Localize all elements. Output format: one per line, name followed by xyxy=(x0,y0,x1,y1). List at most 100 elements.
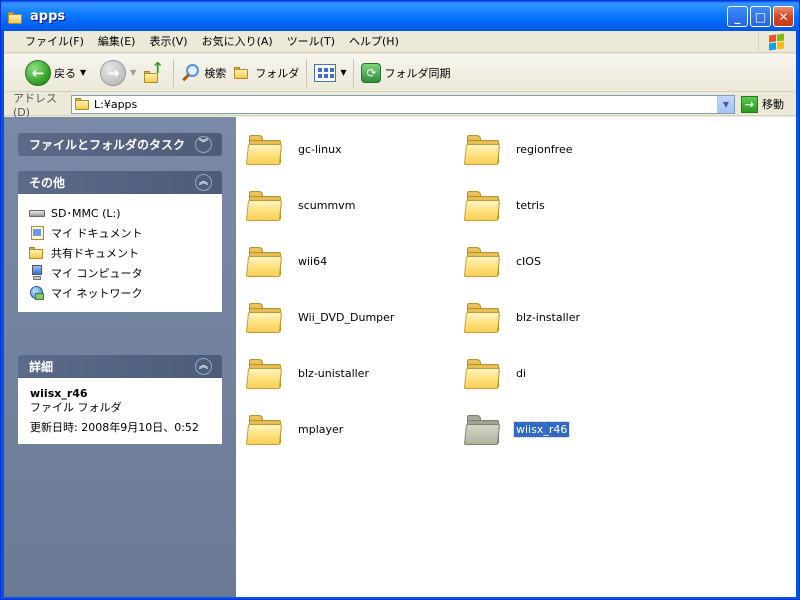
folder-icon xyxy=(463,413,501,445)
file-item[interactable]: Wii_DVD_Dumper xyxy=(245,293,396,341)
folder-icon xyxy=(245,133,283,165)
file-item[interactable]: blz-installer xyxy=(463,293,582,341)
my-documents-icon xyxy=(29,225,45,241)
link-shared-documents[interactable]: 共有ドキュメント xyxy=(29,243,211,263)
link-my-network[interactable]: マイ ネットワーク xyxy=(29,283,211,303)
link-label: SD･MMC (L:) xyxy=(51,207,121,220)
file-item[interactable]: cIOS xyxy=(463,237,543,285)
menu-help[interactable]: ヘルプ(H) xyxy=(342,31,406,53)
go-label: 移動 xyxy=(762,98,784,111)
file-item[interactable]: wii64 xyxy=(245,237,329,285)
link-my-documents[interactable]: マイ ドキュメント xyxy=(29,223,211,243)
back-arrow-icon: ← xyxy=(25,59,51,86)
search-label: 検索 xyxy=(204,66,227,80)
windows-logo-icon xyxy=(758,32,790,52)
client-area: ファイル(F) 編集(E) 表示(V) お気に入り(A) ツール(T) ヘルプ(… xyxy=(4,31,796,597)
folder-icon xyxy=(463,357,501,389)
menu-bar: ファイル(F) 編集(E) 表示(V) お気に入り(A) ツール(T) ヘルプ(… xyxy=(4,31,796,53)
shared-documents-icon xyxy=(29,245,45,261)
address-input[interactable]: L:¥apps ▼ xyxy=(71,94,735,114)
close-button[interactable]: ✕ xyxy=(773,6,794,27)
folders-button[interactable]: フォルダ xyxy=(229,56,302,90)
toolbar-separator xyxy=(306,58,308,87)
menu-edit[interactable]: 編集(E) xyxy=(91,31,143,53)
address-dropdown-icon[interactable]: ▼ xyxy=(717,95,734,113)
file-item[interactable]: di xyxy=(463,349,528,397)
file-name: tetris xyxy=(516,198,545,212)
link-label: マイ ネットワーク xyxy=(51,287,143,300)
folder-icon xyxy=(463,189,501,221)
file-name: di xyxy=(516,366,527,380)
sync-icon: ⟳ xyxy=(361,62,382,83)
file-name: scummvm xyxy=(298,198,356,212)
other-places-panel: その他 ︽ SD･MMC (L:) マイ ドキュメント 共有ドキュメント マイ … xyxy=(18,171,222,312)
file-name: wii64 xyxy=(298,254,328,268)
back-label: 戻る xyxy=(54,66,76,80)
back-button[interactable]: ← 戻る ▼ xyxy=(22,56,89,90)
go-arrow-icon: → xyxy=(741,95,758,113)
expand-chevron-icon[interactable]: ︾ xyxy=(195,136,212,153)
file-item[interactable]: tetris xyxy=(463,181,547,229)
other-places-header[interactable]: その他 ︽ xyxy=(18,171,222,194)
minimize-button[interactable]: _ xyxy=(727,6,748,27)
explorer-window: apps _ □ ✕ ファイル(F) 編集(E) 表示(V) お気に入り(A) … xyxy=(0,0,800,600)
file-name: cIOS xyxy=(516,254,541,268)
views-button[interactable]: ▼ xyxy=(311,56,349,90)
details-type: ファイル フォルダ xyxy=(30,401,122,414)
views-icon xyxy=(314,63,337,82)
forward-dropdown-icon[interactable]: ▼ xyxy=(130,68,136,77)
details-header[interactable]: 詳細 ︽ xyxy=(18,355,222,378)
file-name: mplayer xyxy=(298,422,344,436)
task-pane: ファイルとフォルダのタスク ︾ その他 ︽ SD･MMC (L:) マイ ドキュ… xyxy=(4,117,236,597)
forward-button[interactable]: → ▼ xyxy=(97,56,139,90)
menu-view[interactable]: 表示(V) xyxy=(142,31,194,53)
address-label: アドレス(D) xyxy=(13,91,57,119)
file-item[interactable]: gc-linux xyxy=(245,125,344,173)
folders-label: フォルダ xyxy=(255,66,300,80)
link-sd-mmc-drive[interactable]: SD･MMC (L:) xyxy=(29,203,211,223)
up-folder-icon: ↑ xyxy=(142,60,166,85)
collapse-chevron-icon[interactable]: ︽ xyxy=(195,174,212,191)
file-name: gc-linux xyxy=(298,142,342,156)
collapse-chevron-icon[interactable]: ︽ xyxy=(195,358,212,375)
toolbar-separator xyxy=(173,58,175,87)
menu-tools[interactable]: ツール(T) xyxy=(280,31,342,53)
file-item[interactable]: mplayer xyxy=(245,405,345,453)
sync-label: フォルダ同期 xyxy=(384,66,451,80)
file-item[interactable]: regionfree xyxy=(463,125,574,173)
file-item[interactable]: scummvm xyxy=(245,181,357,229)
file-name: regionfree xyxy=(516,142,573,156)
file-name: Wii_DVD_Dumper xyxy=(298,310,395,324)
link-my-computer[interactable]: マイ コンピュータ xyxy=(29,263,211,283)
up-folder-button[interactable]: ↑ xyxy=(139,56,169,90)
views-dropdown-icon[interactable]: ▼ xyxy=(340,68,346,77)
back-dropdown-icon[interactable]: ▼ xyxy=(80,68,86,77)
file-tasks-title: ファイルとフォルダのタスク xyxy=(29,138,186,152)
folder-icon xyxy=(245,357,283,389)
details-body: wiisx_r46 ファイル フォルダ 更新日時: 2008年9月10日、0:5… xyxy=(18,378,222,444)
menu-favorites[interactable]: お気に入り(A) xyxy=(195,31,280,53)
folder-sync-button[interactable]: ⟳ フォルダ同期 xyxy=(358,56,453,90)
file-item-selected[interactable]: wiisx_r46 xyxy=(463,405,571,453)
toolbar-separator xyxy=(353,58,355,87)
search-button[interactable]: 検索 xyxy=(178,56,229,90)
file-tasks-header[interactable]: ファイルとフォルダのタスク ︾ xyxy=(18,133,222,156)
file-name: blz-unistaller xyxy=(298,366,369,380)
maximize-button[interactable]: □ xyxy=(750,6,771,27)
folder-icon xyxy=(245,413,283,445)
title-bar[interactable]: apps _ □ ✕ xyxy=(1,1,799,31)
link-label: 共有ドキュメント xyxy=(51,247,139,260)
other-places-body: SD･MMC (L:) マイ ドキュメント 共有ドキュメント マイ コンピュータ… xyxy=(18,194,222,312)
go-button[interactable]: → 移動 xyxy=(741,95,784,113)
address-value: L:¥apps xyxy=(94,97,138,111)
file-name: blz-installer xyxy=(516,310,580,324)
file-item[interactable]: blz-unistaller xyxy=(245,349,371,397)
menu-file[interactable]: ファイル(F) xyxy=(18,31,91,53)
window-title: apps xyxy=(30,8,66,24)
folder-icon xyxy=(245,189,283,221)
folders-icon xyxy=(232,64,252,82)
standard-toolbar: ← 戻る ▼ → ▼ ↑ 検索 フォルダ ▼ ⟳ フォルダ同期 xyxy=(4,54,796,92)
folder-icon xyxy=(8,10,24,24)
folder-icon xyxy=(463,133,501,165)
link-label: マイ コンピュータ xyxy=(51,267,143,280)
